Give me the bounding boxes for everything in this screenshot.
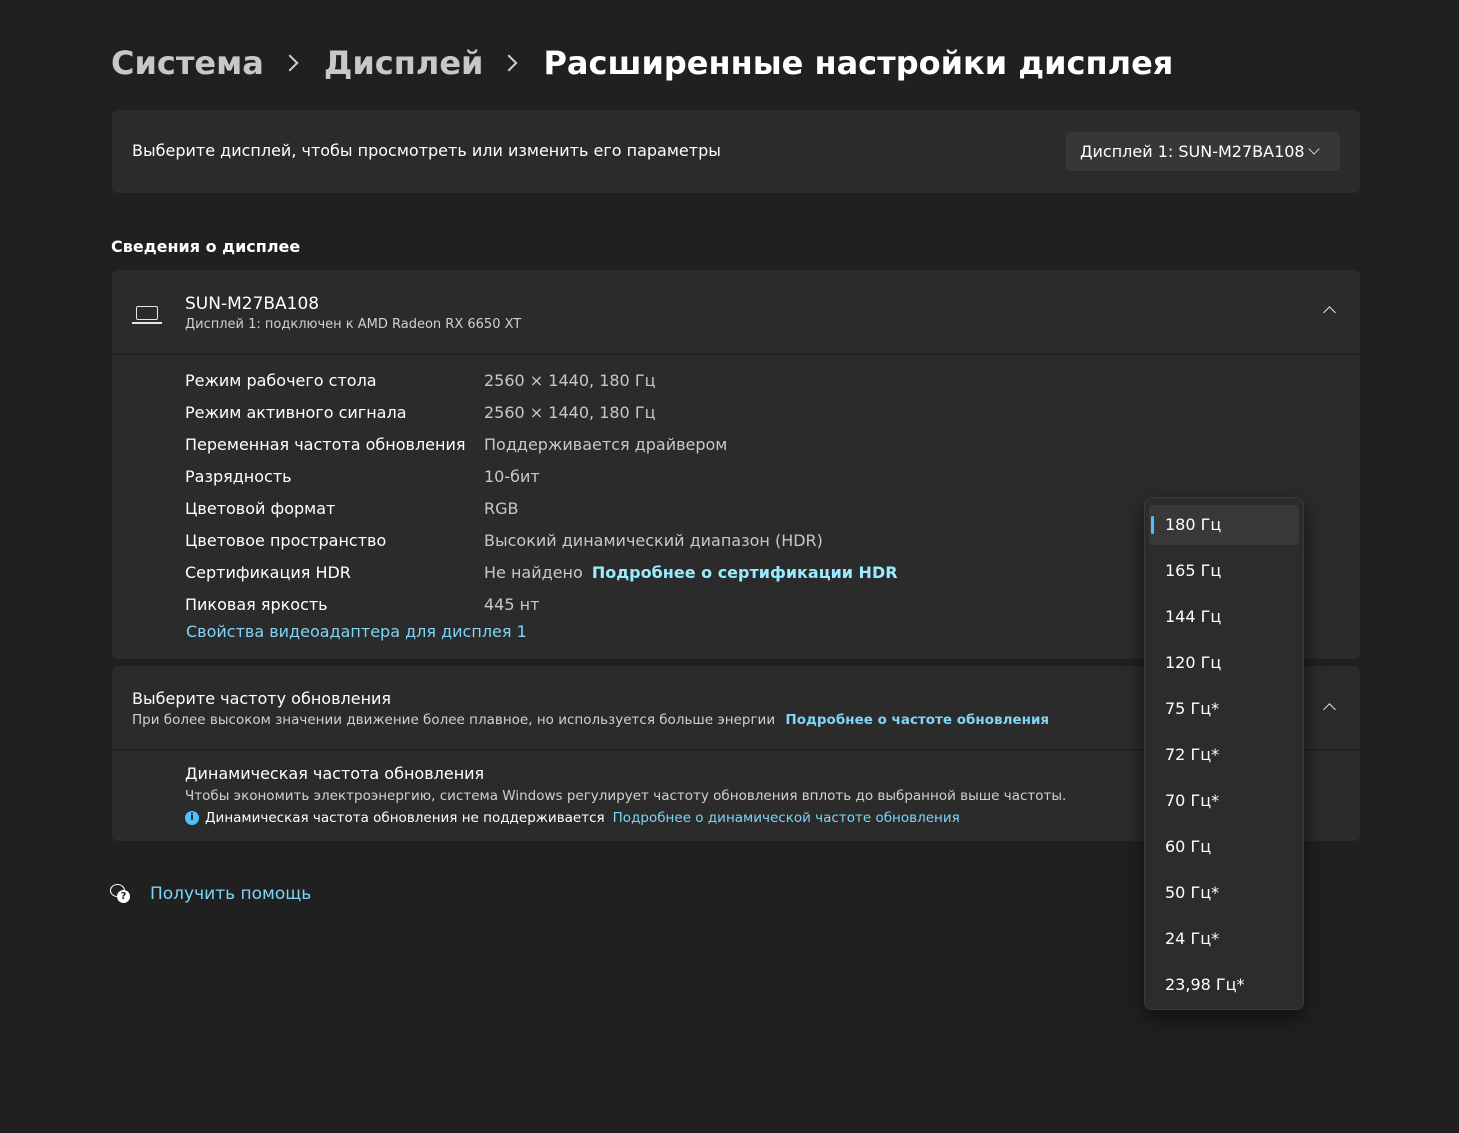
info-row: Переменная частота обновления Поддержива… — [185, 429, 1285, 461]
display-select-label: Выберите дисплей, чтобы просмотреть или … — [132, 141, 721, 160]
adapter-properties-link[interactable]: Свойства видеоадаптера для дисплея 1 — [186, 622, 527, 641]
info-value: Поддерживается драйвером — [484, 435, 728, 454]
chevron-right-icon — [500, 54, 518, 72]
breadcrumb: Система Дисплей Расширенные настройки ди… — [111, 38, 1173, 88]
rate-option[interactable]: 144 Гц — [1149, 597, 1299, 637]
info-row: Сертификация HDR Не найдено Подробнее о … — [185, 557, 1285, 589]
info-value-hdr: Не найдено Подробнее о сертификации HDR — [484, 557, 898, 589]
display-connection: Дисплей 1: подключен к AMD Radeon RX 665… — [185, 317, 522, 332]
display-name: SUN-M27BA108 — [185, 294, 320, 314]
info-icon: i — [185, 811, 199, 825]
hdr-certification-link[interactable]: Подробнее о сертификации HDR — [592, 563, 898, 582]
refresh-rate-learn-more-link[interactable]: Подробнее о частоте обновления — [785, 712, 1049, 728]
info-label: Режим рабочего стола — [185, 371, 377, 390]
info-row: Разрядность 10-бит — [185, 461, 1285, 493]
info-value: 445 нт — [484, 595, 540, 614]
display-info-header[interactable]: SUN-M27BA108 Дисплей 1: подключен к AMD … — [112, 270, 1360, 355]
info-label: Переменная частота обновления — [185, 435, 466, 454]
rate-option[interactable]: 165 Гц — [1149, 551, 1299, 591]
rate-option-selected[interactable]: 180 Гц — [1149, 505, 1299, 545]
section-title-display-info: Сведения о дисплее — [111, 237, 301, 256]
info-label: Разрядность — [185, 467, 292, 486]
info-value: RGB — [484, 499, 519, 518]
rate-option[interactable]: 72 Гц* — [1149, 735, 1299, 775]
help-chat-icon: ? — [110, 884, 130, 904]
get-help[interactable]: ? Получить помощь — [110, 884, 311, 904]
info-row: Пиковая яркость 445 нт — [185, 589, 1285, 621]
get-help-link[interactable]: Получить помощь — [150, 884, 311, 904]
info-value: 2560 × 1440, 180 Гц — [484, 403, 656, 422]
refresh-rate-description-text: При более высоком значении движение боле… — [132, 712, 776, 728]
info-value: Высокий динамический диапазон (HDR) — [484, 531, 823, 550]
info-value: 10-бит — [484, 467, 540, 486]
info-row: Цветовое пространство Высокий динамическ… — [185, 525, 1285, 557]
rate-option[interactable]: 75 Гц* — [1149, 689, 1299, 729]
chevron-right-icon — [281, 54, 299, 72]
info-row: Цветовой формат RGB — [185, 493, 1285, 525]
dynamic-refresh-description: Чтобы экономить электроэнергию, система … — [185, 788, 1067, 804]
rate-option[interactable]: 50 Гц* — [1149, 873, 1299, 913]
dynamic-refresh-title: Динамическая частота обновления — [185, 764, 485, 783]
dynamic-refresh-note: i Динамическая частота обновления не под… — [185, 810, 960, 826]
info-label: Цветовой формат — [185, 499, 336, 518]
laptop-icon — [132, 306, 162, 324]
rate-option[interactable]: 60 Гц — [1149, 827, 1299, 867]
info-value: 2560 × 1440, 180 Гц — [484, 371, 656, 390]
chevron-up-icon[interactable] — [1323, 703, 1336, 716]
refresh-rate-title: Выберите частоту обновления — [132, 689, 392, 708]
chevron-down-icon — [1308, 143, 1320, 155]
refresh-rate-description: При более высоком значении движение боле… — [132, 712, 1049, 728]
info-row: Режим рабочего стола 2560 × 1440, 180 Гц — [185, 365, 1285, 397]
dynamic-refresh-learn-more-link[interactable]: Подробнее о динамической частоте обновле… — [613, 810, 960, 826]
rate-option[interactable]: 120 Гц — [1149, 643, 1299, 683]
info-label: Пиковая яркость — [185, 595, 328, 614]
rate-option[interactable]: 24 Гц* — [1149, 919, 1299, 959]
rate-option[interactable]: 23,98 Гц* — [1149, 965, 1299, 1005]
display-dropdown[interactable]: Дисплей 1: SUN-M27BA108 — [1066, 132, 1340, 171]
advanced-display-settings-page: Система Дисплей Расширенные настройки ди… — [0, 0, 1459, 1133]
hdr-status: Не найдено — [484, 563, 583, 582]
refresh-rate-menu: 180 Гц 165 Гц 144 Гц 120 Гц 75 Гц* 72 Гц… — [1144, 497, 1304, 1010]
dynamic-refresh-note-text: Динамическая частота обновления не подде… — [205, 810, 605, 826]
info-label: Режим активного сигнала — [185, 403, 407, 422]
page-title: Расширенные настройки дисплея — [543, 44, 1174, 82]
info-row: Режим активного сигнала 2560 × 1440, 180… — [185, 397, 1285, 429]
info-label: Цветовое пространство — [185, 531, 387, 550]
breadcrumb-system[interactable]: Система — [111, 38, 264, 88]
display-select-card: Выберите дисплей, чтобы просмотреть или … — [112, 110, 1360, 193]
rate-option[interactable]: 70 Гц* — [1149, 781, 1299, 821]
display-dropdown-value: Дисплей 1: SUN-M27BA108 — [1080, 142, 1305, 161]
info-label: Сертификация HDR — [185, 563, 351, 582]
chevron-up-icon[interactable] — [1323, 306, 1336, 319]
breadcrumb-display[interactable]: Дисплей — [324, 38, 484, 88]
